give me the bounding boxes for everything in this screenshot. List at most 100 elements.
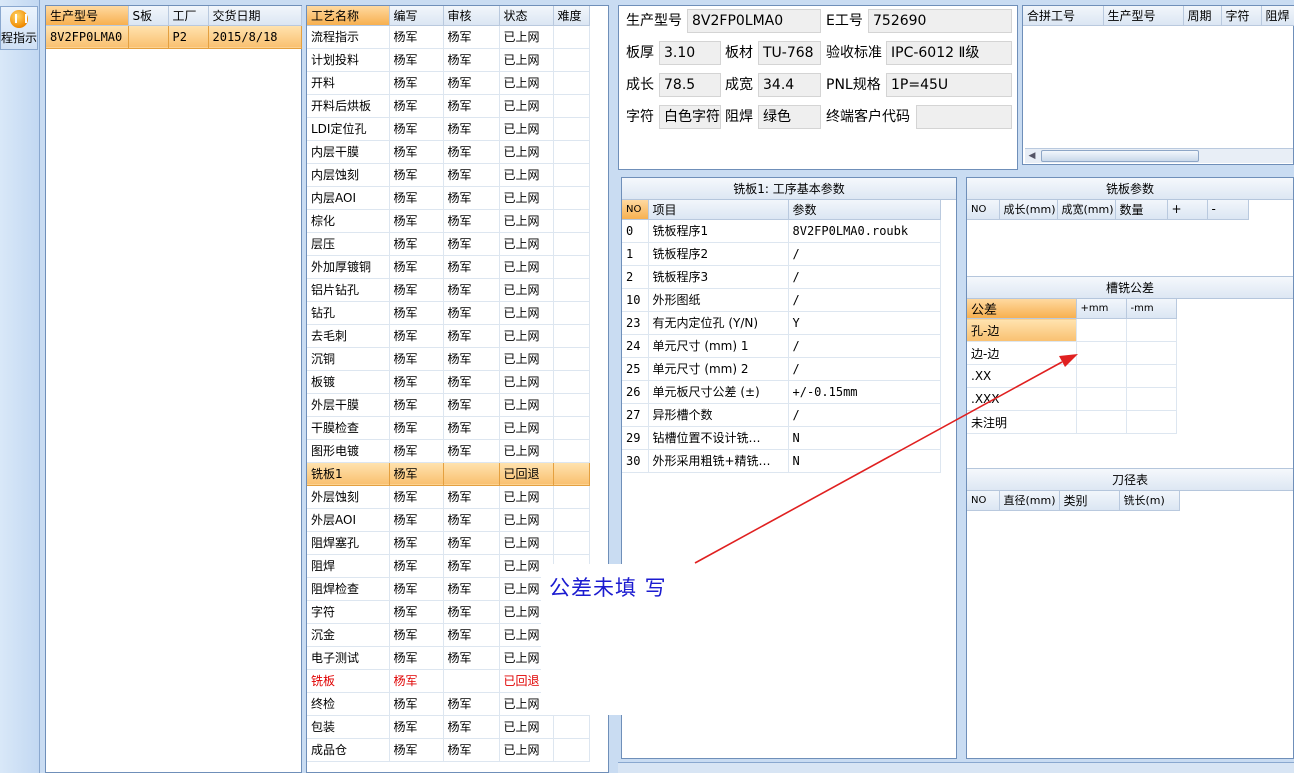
basic-header-no[interactable]: NO [622, 200, 649, 220]
process-header-reviewer[interactable]: 审核 [443, 6, 500, 26]
param-no: 25 [622, 357, 649, 381]
basic-param-row[interactable]: 23 有无内定位孔 (Y/N) Y [622, 311, 941, 335]
material-field[interactable]: TU-768 [758, 41, 821, 65]
basic-param-row[interactable]: 0 铣板程序1 8V2FP0LMA0.roubk [622, 219, 941, 243]
tolerance-name: .XX [967, 364, 1077, 388]
process-header-name[interactable]: 工艺名称 [307, 6, 390, 26]
mill-header-no[interactable]: NO [967, 200, 1000, 220]
combine-header-cycle[interactable]: 周期 [1183, 6, 1222, 26]
process-row[interactable]: 图形电镀 杨军 杨军 已上网 [307, 439, 590, 463]
character-field[interactable]: 白色字符 [659, 105, 721, 129]
process-header-writer[interactable]: 编写 [389, 6, 444, 26]
combine-header-job[interactable]: 合拼工号 [1023, 6, 1104, 26]
process-row[interactable]: 外层AOI 杨军 杨军 已上网 [307, 508, 590, 532]
mill-header-add[interactable]: + [1167, 200, 1208, 220]
mill-header-length[interactable]: 成长(mm) [999, 200, 1058, 220]
process-row[interactable]: 外加厚镀铜 杨军 杨军 已上网 [307, 255, 590, 279]
process-row[interactable]: 去毛刺 杨军 杨军 已上网 [307, 324, 590, 348]
combine-header-model[interactable]: 生产型号 [1103, 6, 1184, 26]
model-label: 生产型号 [626, 13, 682, 29]
process-writer: 杨军 [389, 531, 444, 555]
basic-param-row[interactable]: 27 异形槽个数 / [622, 403, 941, 427]
tolerance-header-minus[interactable]: -mm [1126, 299, 1177, 319]
scrollbar-thumb[interactable] [1041, 150, 1199, 162]
knife-header-diameter[interactable]: 直径(mm) [999, 491, 1060, 511]
horizontal-scrollbar[interactable]: ◀ [1025, 148, 1293, 163]
pnl-field[interactable]: 1P=45U [886, 73, 1012, 97]
basic-header-param[interactable]: 参数 [788, 200, 941, 220]
process-row[interactable]: 内层AOI 杨军 杨军 已上网 [307, 186, 590, 210]
mill-header-width[interactable]: 成宽(mm) [1057, 200, 1116, 220]
process-header-difficulty[interactable]: 难度 [553, 6, 590, 26]
tolerance-row[interactable]: .XXX [967, 387, 1177, 411]
combine-header-char[interactable]: 字符 [1221, 6, 1262, 26]
process-row[interactable]: 铣板1 杨军 已回退 [307, 462, 590, 486]
process-guide-button[interactable]: 程指示 [0, 6, 38, 50]
width-field[interactable]: 34.4 [758, 73, 821, 97]
knife-header-type[interactable]: 类别 [1059, 491, 1120, 511]
process-status: 已上网 [499, 531, 554, 555]
process-writer: 杨军 [389, 347, 444, 371]
process-header-status[interactable]: 状态 [499, 6, 554, 26]
process-reviewer: 杨军 [443, 140, 500, 164]
tolerance-row[interactable]: 边-边 [967, 341, 1177, 365]
solder-mask-field[interactable]: 绿色 [758, 105, 821, 129]
basic-param-row[interactable]: 26 单元板尺寸公差 (±) +/-0.15mm [622, 380, 941, 404]
process-row[interactable]: 开料后烘板 杨军 杨军 已上网 [307, 94, 590, 118]
process-row[interactable]: 内层干膜 杨军 杨军 已上网 [307, 140, 590, 164]
basic-param-row[interactable]: 10 外形图纸 / [622, 288, 941, 312]
process-row[interactable]: 包装 杨军 杨军 已上网 [307, 715, 590, 739]
tolerance-header-name[interactable]: 公差 [967, 299, 1077, 319]
standard-field[interactable]: IPC-6012 Ⅱ级 [886, 41, 1012, 65]
process-writer: 杨军 [389, 324, 444, 348]
process-row[interactable]: 外层蚀刻 杨军 杨军 已上网 [307, 485, 590, 509]
knife-header-length[interactable]: 铣长(m) [1119, 491, 1180, 511]
basic-param-row[interactable]: 29 钻槽位置不设计铣… N [622, 426, 941, 450]
process-status: 已上网 [499, 140, 554, 164]
tolerance-row[interactable]: 孔-边 [967, 318, 1177, 342]
process-row[interactable]: 棕化 杨军 杨军 已上网 [307, 209, 590, 233]
param-value: 8V2FP0LMA0.roubk [788, 219, 941, 243]
process-row[interactable]: 流程指示 杨军 杨军 已上网 [307, 25, 590, 49]
basic-param-row[interactable]: 25 单元尺寸 (mm) 2/ [622, 357, 941, 381]
basic-param-row[interactable]: 2 铣板程序3/ [622, 265, 941, 289]
scroll-left-icon[interactable]: ◀ [1025, 150, 1039, 163]
orders-header-model[interactable]: 生产型号 [46, 6, 129, 26]
process-row[interactable]: 开料 杨军 杨军 已上网 [307, 71, 590, 95]
process-row[interactable]: 板镀 杨军 杨军 已上网 [307, 370, 590, 394]
orders-header-s[interactable]: S板 [128, 6, 169, 26]
process-row[interactable]: 干膜检查 杨军 杨军 已上网 [307, 416, 590, 440]
tolerance-row[interactable]: 未注明 [967, 410, 1177, 434]
customer-code-field[interactable] [916, 105, 1012, 129]
solder-mask-label: 阻焊 [725, 109, 753, 125]
thickness-field[interactable]: 3.10 [659, 41, 721, 65]
basic-param-row[interactable]: 30 外形采用粗铣+精铣… N [622, 449, 941, 473]
process-row[interactable]: 计划投料 杨军 杨军 已上网 [307, 48, 590, 72]
process-row[interactable]: 成品仓 杨军 杨军 已上网 [307, 738, 590, 762]
process-reviewer: 杨军 [443, 577, 500, 601]
mill-header-qty[interactable]: 数量 [1115, 200, 1168, 220]
process-row[interactable]: 外层干膜 杨军 杨军 已上网 [307, 393, 590, 417]
tolerance-row[interactable]: .XX [967, 364, 1177, 388]
mill-header-remove[interactable]: - [1207, 200, 1249, 220]
process-row[interactable]: 阻焊塞孔 杨军 杨军 已上网 [307, 531, 590, 555]
length-field[interactable]: 78.5 [659, 73, 721, 97]
basic-header-item[interactable]: 项目 [648, 200, 789, 220]
orders-header-factory[interactable]: 工厂 [168, 6, 209, 26]
process-row[interactable]: 内层蚀刻 杨军 杨军 已上网 [307, 163, 590, 187]
orders-header-date[interactable]: 交货日期 [208, 6, 302, 26]
process-row[interactable]: 钻孔 杨军 杨军 已上网 [307, 301, 590, 325]
order-row[interactable]: 8V2FP0LMA0 P2 2015/8/18 [46, 25, 302, 49]
process-writer: 杨军 [389, 577, 444, 601]
process-row[interactable]: 层压 杨军 杨军 已上网 [307, 232, 590, 256]
basic-param-row[interactable]: 24 单元尺寸 (mm) 1/ [622, 334, 941, 358]
knife-header-no[interactable]: NO [967, 491, 1000, 511]
tolerance-header-plus[interactable]: +mm [1076, 299, 1127, 319]
process-row[interactable]: 铝片钻孔 杨军 杨军 已上网 [307, 278, 590, 302]
e-number-field[interactable]: 752690 [868, 9, 1012, 33]
process-row[interactable]: 沉铜 杨军 杨军 已上网 [307, 347, 590, 371]
process-row[interactable]: LDI定位孔 杨军 杨军 已上网 [307, 117, 590, 141]
combine-header-mask[interactable]: 阻焊 [1261, 6, 1294, 26]
model-field[interactable]: 8V2FP0LMA0 [687, 9, 821, 33]
basic-param-row[interactable]: 1 铣板程序2/ [622, 242, 941, 266]
